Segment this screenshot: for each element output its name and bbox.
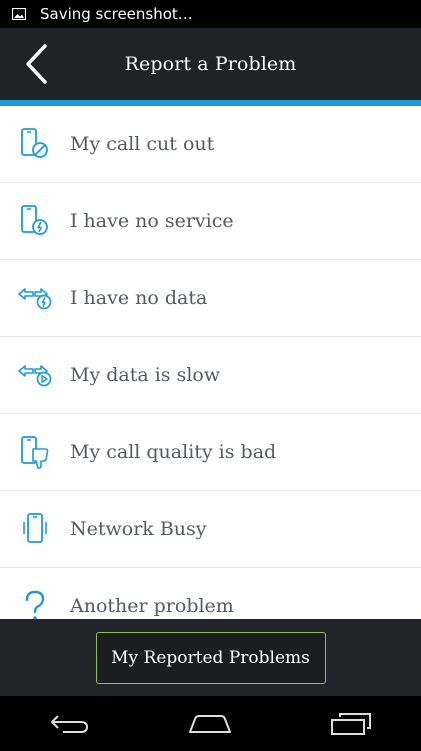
system-nav-bar: [0, 696, 421, 751]
phone-thumb-down-icon: [21, 436, 49, 469]
data-arrows-play-icon: [18, 365, 52, 387]
problem-call-quality[interactable]: My call quality is bad: [0, 414, 421, 491]
back-chevron-icon: [26, 44, 47, 84]
problem-call-cut-out[interactable]: My call cut out: [0, 106, 421, 183]
my-reported-problems-button[interactable]: My Reported Problems: [95, 631, 326, 684]
problem-no-service[interactable]: I have no service: [0, 183, 421, 260]
problem-label: My call quality is bad: [70, 441, 277, 463]
image-icon: [12, 8, 26, 20]
problem-label: Another problem: [70, 595, 234, 617]
problem-no-data[interactable]: I have no data: [0, 260, 421, 337]
nav-home-button[interactable]: [180, 704, 240, 744]
nav-recents-icon: [330, 712, 371, 735]
problem-data-slow[interactable]: My data is slow: [0, 337, 421, 414]
status-bar: Saving screenshot…: [0, 0, 421, 28]
question-mark-icon: [25, 590, 45, 619]
problem-network-busy[interactable]: Network Busy: [0, 491, 421, 568]
problem-label: My call cut out: [70, 133, 215, 155]
problem-label: I have no service: [70, 210, 234, 232]
problem-label: Network Busy: [70, 518, 207, 540]
nav-recents-button[interactable]: [321, 704, 381, 744]
problem-list: My call cut out I have no service I have…: [0, 106, 421, 619]
nav-back-button[interactable]: [40, 704, 100, 744]
status-text: Saving screenshot…: [40, 5, 193, 23]
nav-back-icon: [51, 714, 89, 733]
data-arrows-bolt-icon: [18, 288, 52, 310]
back-button[interactable]: [16, 42, 56, 86]
app-bar: Report a Problem: [0, 28, 421, 100]
page-title: Report a Problem: [124, 53, 297, 75]
problem-label: I have no data: [70, 287, 208, 309]
footer: My Reported Problems: [0, 619, 421, 696]
phone-bolt-icon: [21, 205, 48, 235]
nav-home-icon: [189, 714, 232, 733]
phone-blocked-icon: [21, 128, 48, 158]
phone-busy-icon: [23, 513, 47, 543]
problem-another[interactable]: Another problem: [0, 568, 421, 619]
problem-label: My data is slow: [70, 364, 221, 386]
